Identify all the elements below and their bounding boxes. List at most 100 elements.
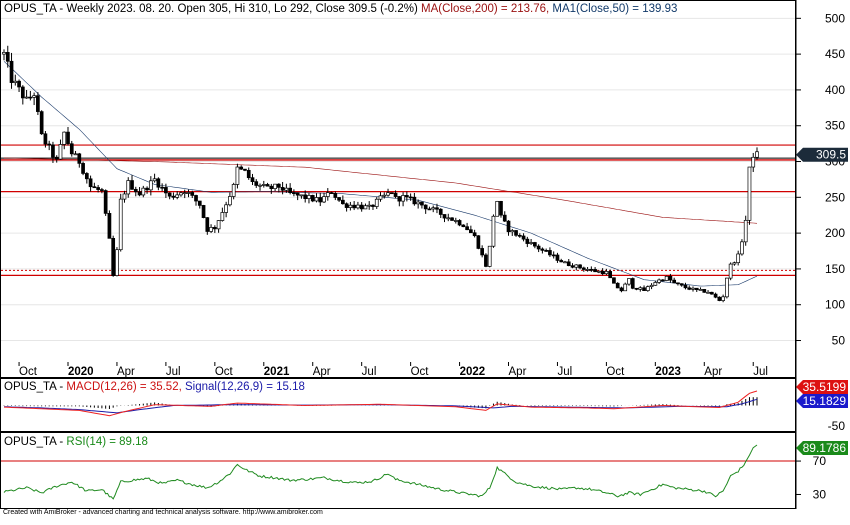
candle-body	[303, 194, 308, 199]
candle-body	[408, 196, 413, 199]
candle-body	[152, 178, 157, 182]
rsi-value-badge-text: 89.1786	[803, 441, 847, 455]
rsi-title: OPUS_TA - RSI(14) = 89.18	[4, 436, 148, 448]
candle-body	[585, 269, 590, 271]
candle-body	[649, 284, 654, 288]
candle-body	[740, 241, 744, 255]
candle-body	[310, 195, 315, 202]
candle-body	[698, 289, 703, 291]
candle-body	[261, 184, 266, 186]
candle-body	[24, 96, 29, 99]
candle-body	[725, 277, 729, 298]
candle-body	[630, 278, 635, 289]
candle-body	[484, 254, 488, 267]
candle-body	[322, 196, 326, 203]
candle-body	[269, 185, 274, 189]
candle-body	[405, 195, 409, 198]
candle-body	[341, 199, 345, 205]
candle-body	[186, 192, 191, 194]
candle-body	[593, 269, 597, 273]
rsi-tick-label: 70	[813, 454, 827, 468]
candle-body	[657, 279, 661, 283]
price-title: OPUS_TA - Weekly 2023. 08. 20. Open 305,…	[4, 3, 677, 15]
candle-body	[525, 238, 530, 244]
candle-body	[664, 275, 669, 281]
candle-body	[619, 287, 624, 292]
candle-body	[284, 187, 289, 191]
candle-body	[706, 291, 710, 294]
candle-body	[137, 191, 142, 196]
candle-body	[141, 187, 146, 196]
candle-body	[133, 188, 138, 193]
candle-body	[295, 192, 300, 196]
candle-body	[115, 249, 119, 276]
price-tick-label: 100	[825, 298, 845, 312]
candle-body	[201, 205, 206, 218]
candle-body	[209, 227, 213, 232]
candle-body	[461, 224, 466, 228]
price-axis: 50100150200250300350400450500	[795, 0, 845, 378]
candle-body	[517, 234, 522, 237]
macd-tick-label: -50	[828, 419, 846, 433]
candle-body	[416, 201, 420, 205]
candle-body	[401, 195, 405, 202]
candle-body	[122, 193, 127, 200]
candle-body	[66, 131, 70, 145]
candle-body	[258, 184, 262, 187]
candle-body	[661, 279, 665, 282]
candle-body	[103, 190, 108, 214]
price-panel-frame	[0, 0, 796, 378]
candle-body	[231, 184, 236, 197]
candle-body	[491, 215, 496, 247]
price-tick-label: 450	[825, 47, 845, 61]
candle-body	[728, 263, 733, 279]
candle-body	[118, 198, 123, 251]
candle-body	[465, 226, 469, 231]
candle-body	[502, 214, 507, 222]
candle-body	[43, 133, 48, 145]
rsi-label: RSI(14) = 89.18	[66, 436, 148, 448]
candle-body	[32, 95, 36, 98]
time-tick-label: Apr	[117, 366, 135, 378]
candle-body	[499, 200, 503, 216]
candle-body	[81, 163, 85, 174]
candle-body	[20, 86, 25, 99]
candle-body	[337, 197, 341, 201]
candle-body	[600, 270, 605, 275]
candle-body	[676, 282, 680, 285]
candle-body	[194, 195, 198, 202]
time-tick-label: 2023	[655, 366, 681, 378]
candle-body	[755, 151, 759, 158]
macd-title-prefix: OPUS_TA -	[4, 381, 66, 393]
candle-body	[627, 278, 631, 285]
candle-body	[84, 173, 89, 180]
candle-body	[427, 208, 432, 211]
candle-body	[540, 248, 545, 251]
candle-body	[469, 229, 473, 234]
candle-body	[292, 192, 296, 195]
candle-body	[480, 248, 485, 256]
candle-body	[608, 271, 613, 279]
candle-body	[160, 186, 164, 189]
price-tick-label: 150	[825, 262, 845, 276]
candle-body	[333, 193, 338, 198]
candle-body	[47, 143, 52, 146]
candle-body	[228, 196, 232, 206]
candle-body	[77, 153, 82, 164]
candle-body	[363, 205, 368, 210]
candle-body	[254, 181, 259, 186]
chart-window: 50100150200250300350400450500 Oct2020Apr…	[0, 0, 850, 520]
candle-body	[476, 235, 481, 249]
time-tick-label: 2020	[68, 366, 94, 378]
candle-body	[167, 192, 172, 197]
candle-body	[736, 253, 741, 264]
candle-body	[382, 194, 387, 197]
candle-body	[212, 227, 217, 230]
candle-body	[679, 283, 684, 286]
candle-body	[589, 269, 594, 271]
candle-body	[438, 208, 443, 215]
candle-body	[536, 245, 541, 250]
candle-body	[280, 187, 285, 191]
candle-body	[420, 201, 424, 206]
candle-body	[544, 250, 549, 252]
